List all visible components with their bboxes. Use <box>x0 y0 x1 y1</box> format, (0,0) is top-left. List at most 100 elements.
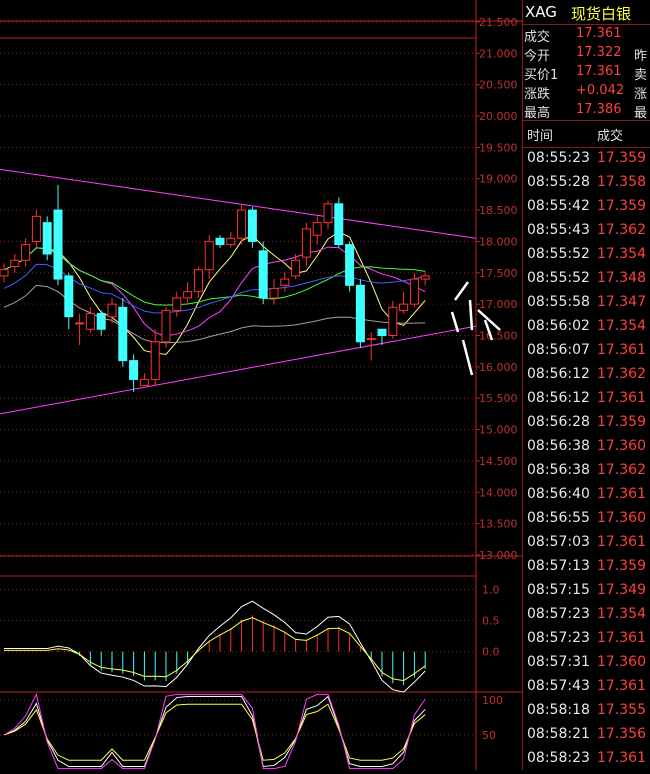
ticks-price-header: 成交 <box>597 129 624 144</box>
tick-price: 17.359 <box>597 198 646 214</box>
tick-row[interactable]: 08:56:02 17.354 <box>522 318 650 342</box>
tick-time: 08:56:12 <box>527 390 590 406</box>
price-chart: 13.000 13.500 14.000 14.500 15.000 15.500 16.0… <box>0 0 522 770</box>
tick-price: 17.360 <box>597 438 646 454</box>
candle-body <box>420 275 430 280</box>
price-tick-label: 15.500 <box>479 392 518 405</box>
quote-extra-label: 卖 <box>634 68 648 83</box>
tick-row[interactable]: 08:55:23 17.359 <box>522 150 650 174</box>
tick-row[interactable]: 08:57:03 17.361 <box>522 534 650 558</box>
quote-value: 17.361 <box>576 26 622 41</box>
quote-label: 成交 <box>524 30 551 45</box>
candle-body <box>0 269 9 277</box>
candle-body <box>183 291 193 299</box>
price-tick-label: 20.000 <box>479 110 518 123</box>
tick-price: 17.361 <box>597 534 646 550</box>
price-tick-label: 13.500 <box>479 518 518 531</box>
tick-row[interactable]: 08:55:42 17.359 <box>522 198 650 222</box>
tick-time: 08:56:02 <box>527 318 590 334</box>
candle-body <box>312 222 322 236</box>
tick-time: 08:56:28 <box>527 414 590 430</box>
candle-body <box>269 287 279 299</box>
tick-price: 17.362 <box>597 462 646 478</box>
candle-body <box>301 228 311 258</box>
tick-time: 08:55:58 <box>527 294 590 310</box>
tick-row[interactable]: 08:57:31 17.360 <box>522 654 650 678</box>
tick-row[interactable]: 08:56:38 17.360 <box>522 438 650 462</box>
tick-row[interactable]: 08:55:43 17.362 <box>522 222 650 246</box>
tick-row[interactable]: 08:56:28 17.359 <box>522 414 650 438</box>
tick-row[interactable]: 08:56:12 17.362 <box>522 366 650 390</box>
kdj-j-line <box>3 692 426 770</box>
ticks-time-header: 时间 <box>527 129 554 144</box>
instrument-name: 现货白银 <box>571 5 632 23</box>
price-tick-label: 16.500 <box>479 330 518 343</box>
tick-row[interactable]: 08:56:40 17.361 <box>522 486 650 510</box>
quote-row: 买价1 17.361 卖 <box>522 64 650 83</box>
tick-price: 17.354 <box>597 606 646 622</box>
tick-row[interactable]: 08:57:43 17.361 <box>522 678 650 702</box>
price-tick-label: 14.500 <box>479 455 518 468</box>
macd-dea-line <box>4 617 426 682</box>
annotation-arrow <box>450 311 460 333</box>
tick-row[interactable]: 08:57:13 17.359 <box>522 558 650 582</box>
tick-time: 08:56:55 <box>527 510 590 526</box>
candle-body <box>355 284 365 343</box>
candle-body <box>237 209 247 239</box>
candle-body <box>118 306 128 362</box>
tick-row[interactable]: 08:58:18 17.355 <box>522 702 650 726</box>
tick-time: 08:55:28 <box>527 174 590 190</box>
tick-row[interactable]: 08:56:12 17.361 <box>522 390 650 414</box>
quote-extra-label: 昨 <box>634 49 648 64</box>
tick-price: 17.354 <box>597 246 646 262</box>
tick-price: 17.361 <box>597 342 646 358</box>
tick-row[interactable]: 08:55:58 17.347 <box>522 294 650 318</box>
price-tick-label: 18.500 <box>479 204 518 217</box>
tick-row[interactable]: 08:57:15 17.349 <box>522 582 650 606</box>
candle-body <box>10 259 20 268</box>
ticks-header: 时间 成交 <box>522 120 650 148</box>
candle-body <box>247 209 257 242</box>
tick-price: 17.354 <box>597 318 646 334</box>
tick-price: 17.361 <box>597 750 646 766</box>
tick-row[interactable]: 08:55:52 17.348 <box>522 270 650 294</box>
macd-dif-line <box>4 600 426 693</box>
tick-price: 17.360 <box>597 510 646 526</box>
tick-row[interactable]: 08:55:52 17.354 <box>522 246 650 270</box>
candle-body <box>291 259 301 277</box>
macd-tick-label: 0.0 <box>482 646 500 659</box>
macd-tick-label: 0.5 <box>482 615 500 628</box>
quote-label: 买价1 <box>524 68 559 83</box>
price-tick-label: 18.000 <box>479 235 518 248</box>
tick-row[interactable]: 08:58:21 17.356 <box>522 726 650 750</box>
annotation-arrow <box>477 309 501 331</box>
candle-body <box>96 313 106 330</box>
tick-time: 08:56:12 <box>527 366 590 382</box>
tick-row[interactable]: 08:55:28 17.358 <box>522 174 650 198</box>
quote-row: 今开 17.322 昨 <box>522 45 650 64</box>
candle-body <box>172 297 182 311</box>
tick-price: 17.361 <box>597 678 646 694</box>
tick-row[interactable]: 08:56:55 17.360 <box>522 510 650 534</box>
candle-body <box>399 303 409 311</box>
tick-row[interactable]: 08:56:07 17.361 <box>522 342 650 366</box>
tick-price: 17.360 <box>597 654 646 670</box>
candle-body <box>258 250 268 299</box>
quote-label: 今开 <box>524 49 551 64</box>
tick-price: 17.355 <box>597 702 646 718</box>
tick-row[interactable]: 08:58:23 17.361 <box>522 750 650 774</box>
candle-body <box>53 209 63 280</box>
tick-price: 17.358 <box>597 174 646 190</box>
instrument-header: XAG 现货白银 <box>522 0 650 25</box>
tick-price: 17.349 <box>597 582 646 598</box>
price-tick-label: 19.000 <box>479 173 518 186</box>
quote-value: 17.322 <box>576 45 622 60</box>
kdj-tick-label: 50 <box>482 729 496 742</box>
annotation-arrow <box>468 299 474 331</box>
tick-row[interactable]: 08:57:23 17.361 <box>522 630 650 654</box>
tick-price: 17.361 <box>597 486 646 502</box>
tick-price: 17.362 <box>597 366 646 382</box>
tick-row[interactable]: 08:56:38 17.362 <box>522 462 650 486</box>
tick-time: 08:56:07 <box>527 342 590 358</box>
tick-row[interactable]: 08:57:23 17.354 <box>522 606 650 630</box>
